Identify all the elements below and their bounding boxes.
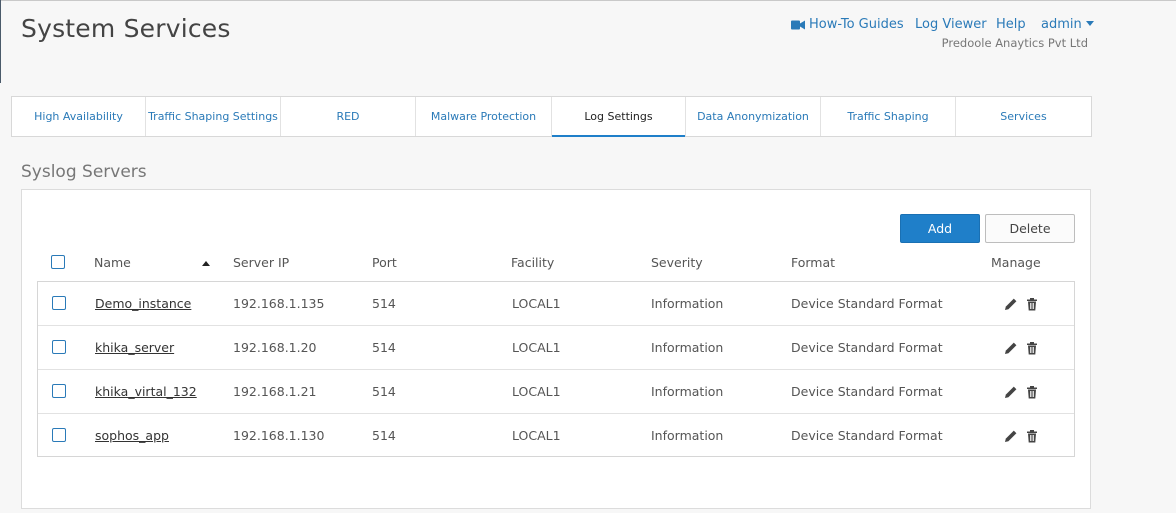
tab-traffic-shaping[interactable]: Traffic Shaping bbox=[821, 97, 956, 136]
add-button[interactable]: Add bbox=[900, 214, 980, 243]
server-ip: 192.168.1.21 bbox=[233, 384, 317, 399]
help-link[interactable]: Help bbox=[996, 17, 1026, 32]
sort-ascending-icon[interactable] bbox=[202, 261, 210, 266]
server-name-link[interactable]: sophos_app bbox=[95, 428, 169, 443]
select-all-checkbox[interactable] bbox=[51, 255, 65, 269]
user-menu[interactable]: admin bbox=[1041, 17, 1094, 32]
tab-red[interactable]: RED bbox=[281, 97, 416, 136]
format: Device Standard Format bbox=[791, 340, 943, 355]
syslog-table-body: Demo_instance 192.168.1.135 514 LOCAL1 I… bbox=[37, 281, 1075, 457]
trash-icon[interactable] bbox=[1025, 429, 1039, 443]
tab-data-anonymization[interactable]: Data Anonymization bbox=[686, 97, 821, 136]
tab-bar: High Availability Traffic Shaping Settin… bbox=[11, 96, 1092, 137]
section-title: Syslog Servers bbox=[21, 162, 147, 182]
server-name-link[interactable]: Demo_instance bbox=[95, 296, 191, 311]
tab-high-availability[interactable]: High Availability bbox=[12, 97, 146, 136]
row-checkbox[interactable] bbox=[52, 340, 66, 354]
pencil-icon[interactable] bbox=[1004, 429, 1018, 443]
pencil-icon[interactable] bbox=[1004, 385, 1018, 399]
server-name-link[interactable]: khika_virtal_132 bbox=[95, 384, 197, 399]
port: 514 bbox=[372, 428, 396, 443]
facility: LOCAL1 bbox=[512, 428, 561, 443]
delete-button[interactable]: Delete bbox=[985, 214, 1075, 243]
server-ip: 192.168.1.130 bbox=[233, 428, 325, 443]
tab-services[interactable]: Services bbox=[956, 97, 1091, 136]
severity: Information bbox=[651, 384, 724, 399]
video-camera-icon bbox=[791, 20, 805, 30]
table-row: Demo_instance 192.168.1.135 514 LOCAL1 I… bbox=[38, 282, 1074, 326]
table-header: Name Server IP Port Facility Severity Fo… bbox=[37, 250, 1075, 280]
port: 514 bbox=[372, 384, 396, 399]
facility: LOCAL1 bbox=[512, 340, 561, 355]
trash-icon[interactable] bbox=[1025, 385, 1039, 399]
trash-icon[interactable] bbox=[1025, 297, 1039, 311]
format: Device Standard Format bbox=[791, 296, 943, 311]
table-row: sophos_app 192.168.1.130 514 LOCAL1 Info… bbox=[38, 414, 1074, 456]
row-checkbox[interactable] bbox=[52, 428, 66, 442]
format: Device Standard Format bbox=[791, 384, 943, 399]
format: Device Standard Format bbox=[791, 428, 943, 443]
tab-malware-protection[interactable]: Malware Protection bbox=[416, 97, 552, 136]
trash-icon[interactable] bbox=[1025, 341, 1039, 355]
severity: Information bbox=[651, 296, 724, 311]
facility: LOCAL1 bbox=[512, 296, 561, 311]
row-checkbox[interactable] bbox=[52, 384, 66, 398]
severity: Information bbox=[651, 340, 724, 355]
column-header-port: Port bbox=[372, 255, 397, 270]
column-header-format: Format bbox=[791, 255, 836, 270]
log-viewer-link[interactable]: Log Viewer bbox=[915, 17, 987, 32]
user-name: admin bbox=[1041, 17, 1082, 32]
pencil-icon[interactable] bbox=[1004, 297, 1018, 311]
how-to-guides-link[interactable]: How-To Guides bbox=[790, 17, 904, 32]
column-header-manage: Manage bbox=[991, 255, 1041, 270]
server-name-link[interactable]: khika_server bbox=[95, 340, 174, 355]
row-checkbox[interactable] bbox=[52, 296, 66, 310]
table-row: khika_server 192.168.1.20 514 LOCAL1 Inf… bbox=[38, 326, 1074, 370]
tab-traffic-shaping-settings[interactable]: Traffic Shaping Settings bbox=[146, 97, 281, 136]
port: 514 bbox=[372, 296, 396, 311]
table-row: khika_virtal_132 192.168.1.21 514 LOCAL1… bbox=[38, 370, 1074, 414]
server-ip: 192.168.1.135 bbox=[233, 296, 325, 311]
chevron-down-icon bbox=[1085, 21, 1094, 26]
column-header-severity: Severity bbox=[651, 255, 703, 270]
left-edge-rule bbox=[0, 0, 1, 83]
server-ip: 192.168.1.20 bbox=[233, 340, 317, 355]
column-header-facility: Facility bbox=[511, 255, 555, 270]
page-title: System Services bbox=[21, 14, 231, 43]
pencil-icon[interactable] bbox=[1004, 341, 1018, 355]
how-to-guides-label: How-To Guides bbox=[809, 17, 904, 32]
tab-log-settings[interactable]: Log Settings bbox=[552, 97, 686, 137]
facility: LOCAL1 bbox=[512, 384, 561, 399]
column-header-server-ip: Server IP bbox=[233, 255, 290, 270]
column-header-name-label: Name bbox=[94, 255, 131, 270]
severity: Information bbox=[651, 428, 724, 443]
column-header-name[interactable]: Name bbox=[94, 255, 131, 270]
company-name: Predoole Anaytics Pvt Ltd bbox=[941, 36, 1088, 50]
port: 514 bbox=[372, 340, 396, 355]
